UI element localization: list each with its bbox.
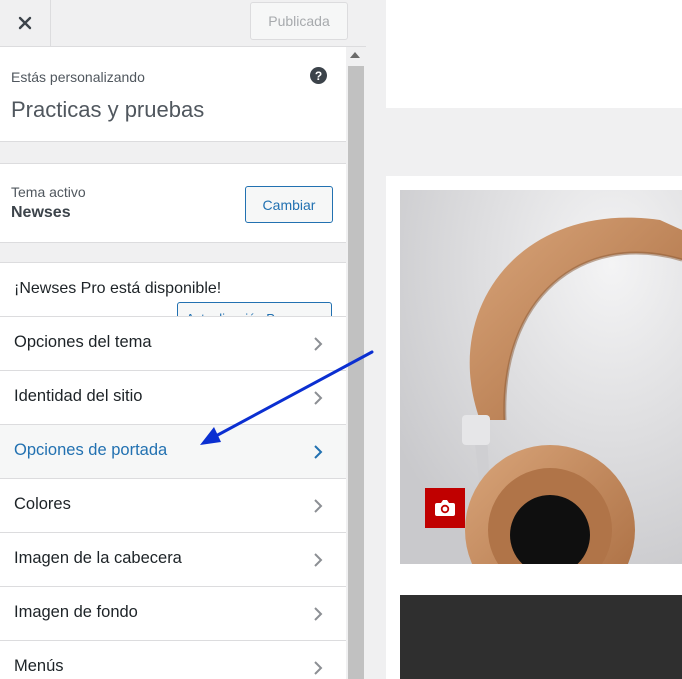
customizer-sidebar: Publicada Estás personalizando Practicas… <box>0 0 366 679</box>
chevron-right-icon <box>314 391 323 405</box>
chevron-right-icon <box>314 553 323 567</box>
close-button[interactable] <box>0 0 51 46</box>
site-title: Practicas y pruebas <box>11 97 205 122</box>
menu-item-label: Identidad del sitio <box>14 387 143 405</box>
chevron-right-icon <box>314 661 323 675</box>
pro-available-text: ¡Newses Pro está disponible! <box>14 280 222 297</box>
menu-item-header-image[interactable]: Imagen de la cabecera <box>0 532 346 586</box>
help-icon[interactable]: ? <box>310 67 327 84</box>
chevron-right-icon <box>314 607 323 621</box>
menu-item-front-page-options[interactable]: Opciones de portada <box>0 424 346 478</box>
publish-button[interactable]: Publicada <box>250 2 348 40</box>
site-preview <box>366 0 682 679</box>
chevron-right-icon <box>314 445 323 459</box>
preview-header-area <box>386 0 682 108</box>
menu-item-background-image[interactable]: Imagen de fondo <box>0 586 346 640</box>
chevron-right-icon <box>314 499 323 513</box>
customizer-panel: Estás personalizando Practicas y pruebas… <box>0 47 346 679</box>
scrollbar-thumb[interactable] <box>348 66 364 679</box>
scroll-up-arrow-icon[interactable] <box>350 52 360 58</box>
menu-item-label: Opciones del tema <box>14 333 152 351</box>
camera-button[interactable] <box>425 488 465 528</box>
active-theme-panel: Tema activo Newses Cambiar <box>0 163 346 243</box>
menu-item-site-identity[interactable]: Identidad del sitio <box>0 370 346 424</box>
pro-upgrade-button[interactable]: Actualización Pro <box>177 302 332 317</box>
active-theme-name: Newses <box>11 204 71 221</box>
close-icon <box>18 16 32 30</box>
preview-dark-section <box>400 595 682 679</box>
customizing-label: Estás personalizando <box>11 69 145 85</box>
menu-item-label: Imagen de fondo <box>14 603 138 621</box>
customize-info: Estás personalizando Practicas y pruebas… <box>0 47 346 142</box>
menu-item-menus[interactable]: Menús <box>0 640 346 679</box>
menu-item-theme-options[interactable]: Opciones del tema <box>0 316 346 370</box>
menu-item-label: Imagen de la cabecera <box>14 549 182 567</box>
pro-promo: ¡Newses Pro está disponible! Actualizaci… <box>0 262 346 317</box>
customizer-header: Publicada <box>0 0 366 47</box>
menu-item-label: Colores <box>14 495 71 513</box>
menu-item-label: Opciones de portada <box>14 441 168 459</box>
menu-item-label: Menús <box>14 657 64 675</box>
menu-item-colors[interactable]: Colores <box>0 478 346 532</box>
camera-icon <box>435 500 455 516</box>
change-theme-button[interactable]: Cambiar <box>245 186 333 223</box>
customizer-menu: Opciones del tema Identidad del sitio Op… <box>0 316 346 679</box>
chevron-right-icon <box>314 337 323 351</box>
active-theme-label: Tema activo <box>11 184 86 200</box>
